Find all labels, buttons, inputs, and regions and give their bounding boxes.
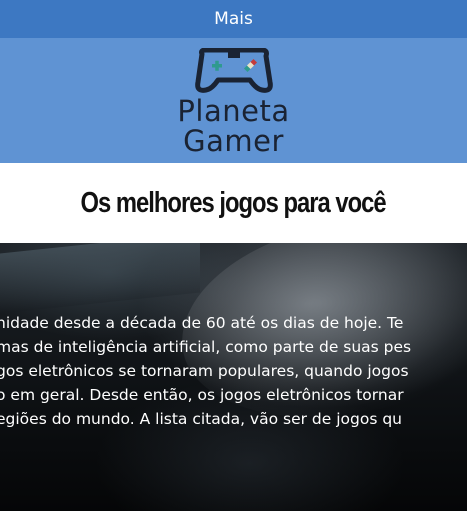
hero-text-line: nidade desde a década de 60 até os dias … [0,314,404,332]
logo-text-line2: Gamer [183,124,284,158]
page-title-section: Os melhores jogos para você [0,163,467,243]
page-title: Os melhores jogos para você [80,186,387,219]
hero-text-line: mas de inteligência artificial, como par… [0,338,412,356]
gamepad-icon [194,48,273,93]
hero-banner: nidade desde a década de 60 até os dias … [0,243,467,511]
logo-text-line1: Planeta [177,94,290,128]
hero-background-console [0,243,200,314]
more-menu-link[interactable]: Mais [214,9,253,29]
top-nav-bar: Mais [0,0,467,38]
hero-text-line: o em geral. Desde então, os jogos eletrô… [0,386,404,404]
hero-text-line: egiões do mundo. A lista citada, vão ser… [0,410,402,428]
hero-text-line: gos eletrônicos se tornaram populares, q… [0,362,409,380]
site-logo[interactable]: Planeta Gamer [174,46,294,163]
site-header: Planeta Gamer [0,38,467,163]
hero-text: nidade desde a década de 60 até os dias … [0,311,467,431]
